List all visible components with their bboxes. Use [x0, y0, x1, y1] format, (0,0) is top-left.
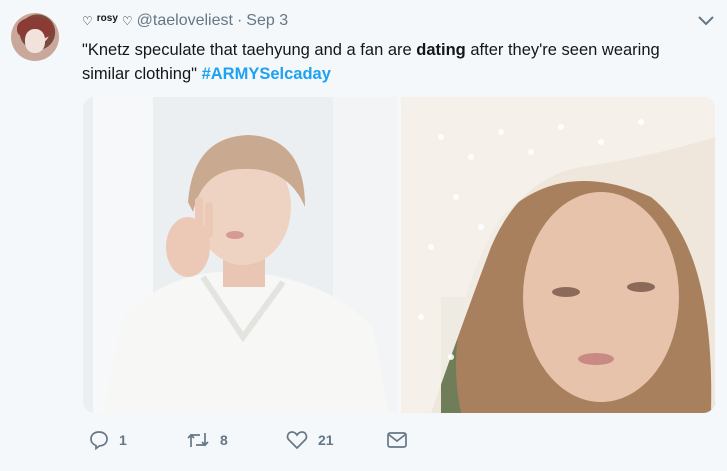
photo-right-illustration [401, 97, 715, 413]
reply-count: 1 [119, 432, 127, 448]
tweet-date[interactable]: Sep 3 [246, 12, 288, 30]
tweet-text-part1: "Knetz speculate that taehyung and a fan… [82, 41, 417, 59]
reply-button[interactable]: 1 [89, 430, 127, 450]
photo-right[interactable] [401, 97, 715, 413]
tweet-text-bold: dating [416, 41, 466, 59]
tweet-text: "Knetz speculate that taehyung and a fan… [82, 38, 702, 86]
chevron-down-icon[interactable] [697, 14, 715, 28]
direct-message-button[interactable] [386, 431, 408, 449]
reply-icon [90, 431, 108, 450]
tweet-header: ♡ rosy ♡ @taeloveliest · Sep 3 [82, 12, 288, 30]
separator-dot: · [236, 12, 243, 29]
user-handle[interactable]: @taeloveliest [137, 12, 233, 30]
photo-left[interactable] [83, 97, 397, 413]
avatar-face [25, 29, 45, 53]
retweet-count: 8 [220, 432, 228, 448]
photo-left-illustration [83, 97, 397, 413]
like-count: 21 [318, 432, 334, 448]
like-button[interactable]: 21 [286, 430, 334, 450]
avatar[interactable] [11, 13, 59, 61]
envelope-icon [387, 432, 407, 448]
display-name[interactable]: rosy [97, 13, 118, 24]
heart-icon: ♡ [121, 14, 133, 28]
hashtag-link[interactable]: #ARMYSelcaday [202, 65, 331, 83]
retweet-button[interactable]: 8 [186, 430, 228, 450]
tweet-actions: 1 8 21 [89, 430, 419, 454]
like-icon [286, 431, 308, 450]
heart-icon: ♡ [82, 14, 93, 28]
retweet-icon [187, 433, 209, 447]
